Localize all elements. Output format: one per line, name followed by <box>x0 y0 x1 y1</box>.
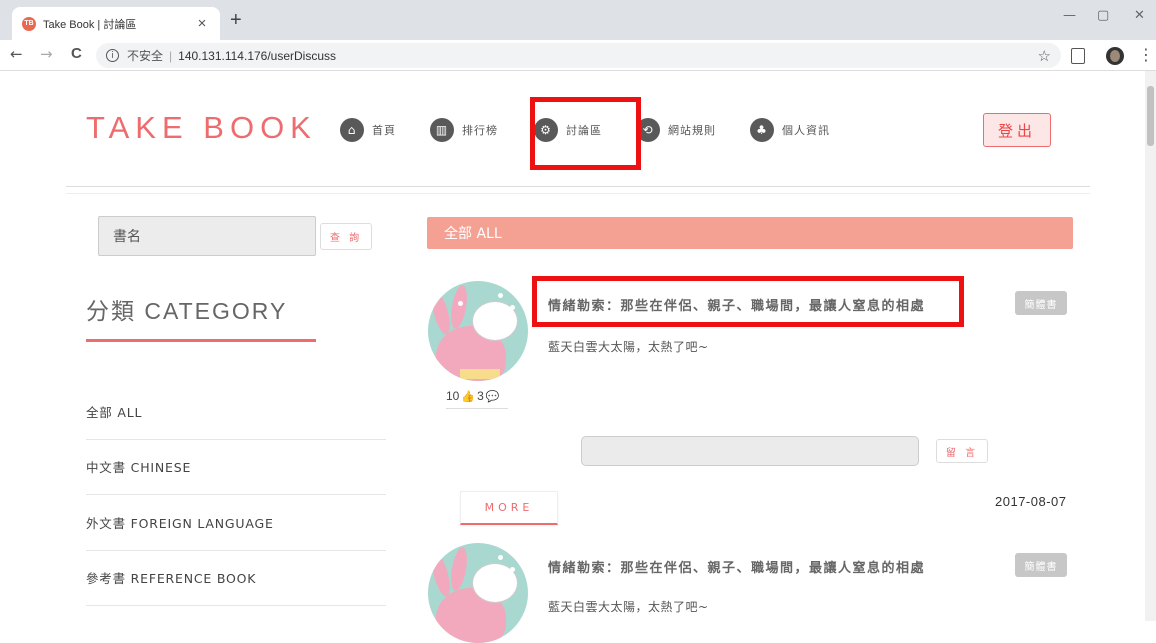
info-icon[interactable]: i <box>106 49 119 62</box>
book-tag: 簡體書 <box>1015 291 1067 315</box>
nav-label: 個人資訊 <box>782 124 830 137</box>
book-tag: 簡體書 <box>1015 553 1067 577</box>
post-body: 藍天白雲大太陽，太熱了吧~ <box>548 340 709 354</box>
maximize-icon[interactable]: ▢ <box>1097 8 1109 23</box>
back-icon[interactable]: ← <box>10 44 23 64</box>
category-item-reference[interactable]: 參考書 REFERENCE BOOK <box>86 551 386 606</box>
sitemap-icon: ♣ <box>750 118 774 142</box>
post-date: 2017-08-07 <box>995 494 1067 509</box>
category-list: 全部 ALL 中文書 CHINESE 外文書 FOREIGN LANGUAGE … <box>86 384 386 606</box>
search-button[interactable]: 查 詢 <box>320 223 372 250</box>
tab-close-icon[interactable]: × <box>194 15 210 32</box>
extension-icon[interactable] <box>1071 48 1085 64</box>
scrollbar-track[interactable] <box>1145 71 1156 621</box>
comment-button[interactable]: 留 言 <box>936 439 988 463</box>
search-input[interactable]: 書名 <box>98 216 316 256</box>
header-divider-secondary <box>66 193 1090 194</box>
highlight-box-discussion <box>530 97 641 170</box>
category-item-chinese[interactable]: 中文書 CHINESE <box>86 440 386 495</box>
profile-avatar-icon[interactable] <box>1106 47 1124 65</box>
category-title: 分類 CATEGORY <box>86 298 288 324</box>
favicon-icon: TB <box>22 16 36 31</box>
window-close-icon[interactable]: ✕ <box>1134 8 1145 23</box>
bookmark-star-icon[interactable]: ☆ <box>1038 47 1051 65</box>
like-count: 10 <box>446 389 460 403</box>
browser-tab[interactable]: TB Take Book | 討論區 × <box>12 7 220 40</box>
stats-divider <box>446 408 508 409</box>
insecure-label: 不安全 <box>127 49 164 63</box>
nav-label: 排行榜 <box>462 124 498 137</box>
logout-button[interactable]: 登出 <box>983 113 1051 147</box>
nav-item-rules[interactable]: ⟲ 網站規則 <box>636 118 716 142</box>
section-header: 全部 ALL <box>427 217 1073 249</box>
nav-label: 網站規則 <box>668 124 716 137</box>
more-button[interactable]: MORE <box>460 491 558 525</box>
home-icon: ⌂ <box>340 118 364 142</box>
url-separator: | <box>169 48 173 63</box>
category-underline <box>86 339 316 342</box>
reload-icon[interactable]: C <box>71 44 82 64</box>
comment-input[interactable] <box>581 436 919 466</box>
highlight-box-title <box>532 276 964 327</box>
minimize-icon[interactable]: — <box>1063 8 1076 23</box>
nav-item-ranking[interactable]: ▥ 排行榜 <box>430 118 498 142</box>
browser-tab-bar: TB Take Book | 討論區 × + — ▢ ✕ <box>0 0 1156 40</box>
site-logo[interactable]: TAKE BOOK <box>86 110 317 146</box>
category-item-foreign[interactable]: 外文書 FOREIGN LANGUAGE <box>86 495 386 551</box>
nav-item-home[interactable]: ⌂ 首頁 <box>340 118 396 142</box>
post-stats: 10 👍 3 💬 <box>446 389 499 403</box>
comment-count: 3 <box>477 389 484 403</box>
bar-chart-icon: ▥ <box>430 118 454 142</box>
comment-icon[interactable]: 💬 <box>486 390 500 403</box>
post-title[interactable]: 情緒勒索：那些在伴侶、親子、職場間，最讓人窒息的相處 <box>548 557 925 576</box>
scrollbar-thumb[interactable] <box>1147 86 1154 146</box>
url-field[interactable]: i 不安全 | 140.131.114.176/userDiscuss ☆ <box>96 43 1061 68</box>
header-divider <box>66 186 1090 187</box>
address-bar: ← → C i 不安全 | 140.131.114.176/userDiscus… <box>0 40 1156 71</box>
url-text: 140.131.114.176/userDiscuss <box>178 48 337 63</box>
menu-kebab-icon[interactable]: ⋮ <box>1138 45 1154 64</box>
avatar[interactable] <box>428 281 528 381</box>
nav-item-profile[interactable]: ♣ 個人資訊 <box>750 118 830 142</box>
post-body: 藍天白雲大太陽，太熱了吧~ <box>548 600 709 614</box>
category-item-all[interactable]: 全部 ALL <box>86 384 386 440</box>
nav-label: 首頁 <box>372 124 396 137</box>
forward-icon[interactable]: → <box>40 44 53 64</box>
new-tab-button[interactable]: + <box>230 10 242 30</box>
like-icon[interactable]: 👍 <box>461 390 475 403</box>
avatar[interactable] <box>428 543 528 643</box>
tab-title: Take Book | 討論區 <box>43 18 137 31</box>
